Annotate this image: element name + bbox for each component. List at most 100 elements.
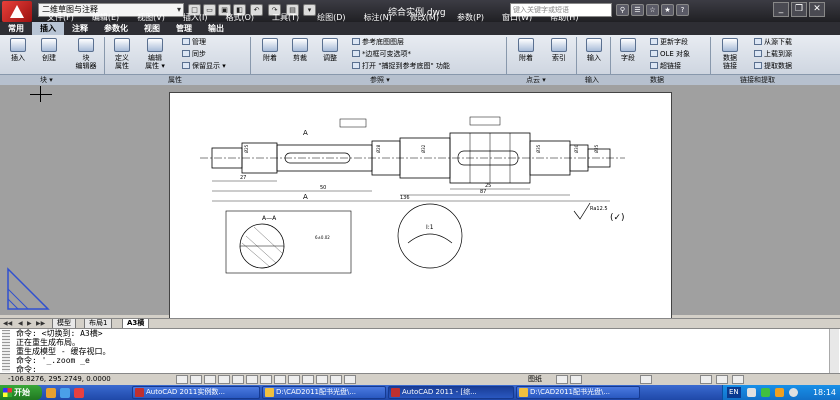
annotation-scale-icon[interactable] <box>640 375 652 384</box>
object-snap-icon[interactable] <box>232 375 244 384</box>
upload-source-button[interactable]: 上载到源 <box>754 49 792 59</box>
autocad-logo-icon[interactable] <box>2 1 32 22</box>
import-button[interactable]: 输入 <box>580 38 608 62</box>
lineweight-icon[interactable] <box>302 375 314 384</box>
block-editor-button[interactable]: 块编辑器 <box>66 38 106 70</box>
retain-icon <box>182 62 190 69</box>
import-icon <box>586 38 602 52</box>
subscription-icon[interactable]: ☰ <box>631 4 644 16</box>
quick-view-layouts-icon[interactable] <box>556 375 568 384</box>
data-link-button[interactable]: 数据 链接 <box>716 38 744 70</box>
otrack-icon[interactable] <box>260 375 272 384</box>
index-pointcloud-button[interactable]: 索引 <box>545 38 573 62</box>
quicklaunch-icon[interactable] <box>74 388 84 398</box>
paper-space-label[interactable]: 图纸 <box>528 374 542 385</box>
workspace-switch-icon[interactable] <box>700 375 712 384</box>
command-scrollbar[interactable] <box>829 329 839 373</box>
shaft-drawing: 27 50 136 25 87 A A Ø25 Ø28 Ø32 Ø35 Ø30 … <box>200 116 625 274</box>
dynamic-input-icon[interactable] <box>288 375 300 384</box>
lock-icon[interactable] <box>716 375 728 384</box>
hyperlink-icon <box>650 62 658 69</box>
taskbar-item[interactable]: AutoCAD 2011 - [综... <box>388 386 514 399</box>
taskbar-item[interactable]: D:\CAD2011配书光盘\... <box>262 386 386 399</box>
extract-data-button[interactable]: 提取数据 <box>754 61 792 71</box>
paper-sheet[interactable]: 27 50 136 25 87 A A Ø25 Ø28 Ø32 Ø35 Ø30 … <box>169 92 672 320</box>
manage-attributes-button[interactable]: 管理 <box>182 37 206 47</box>
close-button[interactable]: ✕ <box>809 2 825 17</box>
taskbar-item[interactable]: AutoCAD 2011实例数... <box>132 386 260 399</box>
tab-insert[interactable]: 插入 <box>32 22 64 35</box>
tab-manage[interactable]: 管理 <box>168 22 200 35</box>
tray-app-icon[interactable] <box>761 388 770 397</box>
selection-cycling-icon[interactable] <box>344 375 356 384</box>
ole-icon <box>650 50 658 57</box>
dim-text: Ø28 <box>376 144 381 153</box>
restore-button[interactable]: ❐ <box>791 2 807 17</box>
insert-block-button[interactable]: 插入 <box>4 38 32 62</box>
download-source-button[interactable]: 从源下载 <box>754 37 792 47</box>
define-attribute-button[interactable]: 定义 属性 <box>108 38 136 70</box>
quicklaunch-icon[interactable] <box>60 388 70 398</box>
tray-app-icon[interactable] <box>775 388 784 397</box>
next-tab-icon[interactable]: ▶ <box>27 320 32 327</box>
minimize-button[interactable]: _ <box>773 2 789 17</box>
tab-output[interactable]: 输出 <box>200 22 232 35</box>
attach-reference-button[interactable]: 附着 <box>256 38 284 62</box>
quick-view-drawings-icon[interactable] <box>570 375 582 384</box>
command-window[interactable]: 命令: <切换到: A3横> 正在重生成布局。 重生成模型 - 缓存视口。 命令… <box>0 328 840 374</box>
snap-mode-icon[interactable] <box>176 375 188 384</box>
language-indicator[interactable]: EN <box>727 387 741 398</box>
last-tab-icon[interactable]: ▶▶ <box>36 320 45 327</box>
polar-tracking-icon[interactable] <box>218 375 230 384</box>
favorites-icon[interactable]: ★ <box>661 4 674 16</box>
dim-text: Ø30 <box>574 144 579 153</box>
adjust-reference-button[interactable]: 调整 <box>316 38 344 62</box>
tab-annotate[interactable]: 注释 <box>64 22 96 35</box>
communication-icon[interactable]: ☆ <box>646 4 659 16</box>
snap-underlay-toggle[interactable]: 打开 "捕捉到参考底图" 功能 <box>352 61 450 71</box>
layout-tab-bar: ◀◀ ◀ ▶ ▶▶ 模型 布局1 A3横 <box>0 318 840 329</box>
panel-label-reference[interactable]: 参照 ▾ <box>370 75 390 85</box>
3d-osnap-icon[interactable] <box>246 375 258 384</box>
section-label: A—A <box>262 215 277 222</box>
update-fields-button[interactable]: 更新字段 <box>650 37 688 47</box>
input-method-icon[interactable] <box>747 388 756 397</box>
quicklaunch-icon[interactable] <box>46 388 56 398</box>
dim-text: Ø35 <box>536 144 541 153</box>
transparency-icon[interactable] <box>316 375 328 384</box>
field-button[interactable]: 字段 <box>614 38 642 62</box>
panel-label-pointcloud[interactable]: 点云 ▾ <box>526 75 546 85</box>
clean-screen-icon[interactable] <box>732 375 744 384</box>
hyperlink-button[interactable]: 超链接 <box>650 61 681 71</box>
download-icon <box>754 38 762 45</box>
command-input[interactable]: 命令: <box>16 365 840 374</box>
sync-attributes-button[interactable]: 同步 <box>182 49 206 59</box>
search-icon[interactable]: ⚲ <box>616 4 629 16</box>
taskbar-item[interactable]: D:\CAD2011配书光盘\... <box>516 386 640 399</box>
underlay-layers-button[interactable]: 参考底图图层 <box>352 37 404 47</box>
coordinate-readout[interactable]: -106.8276, 295.2749, 0.0000 <box>8 374 111 385</box>
prev-tab-icon[interactable]: ◀ <box>18 320 23 327</box>
frame-variable-dropdown[interactable]: *边框可变选项* <box>352 49 411 59</box>
edit-attribute-button[interactable]: 编辑 属性 ▾ <box>140 38 170 70</box>
quick-props-icon[interactable] <box>330 375 342 384</box>
attach-pointcloud-button[interactable]: 附着 <box>512 38 540 62</box>
tab-parametric[interactable]: 参数化 <box>96 22 136 35</box>
ortho-mode-icon[interactable] <box>204 375 216 384</box>
clock[interactable]: 18:14 <box>813 385 836 400</box>
tab-view[interactable]: 视图 <box>136 22 168 35</box>
clip-reference-button[interactable]: 剪裁 <box>286 38 314 62</box>
help-icon[interactable]: ? <box>676 4 689 16</box>
volume-icon[interactable] <box>789 388 798 397</box>
retain-display-button[interactable]: 保留显示 ▾ <box>182 61 226 71</box>
grid-display-icon[interactable] <box>190 375 202 384</box>
ole-object-button[interactable]: OLE 对象 <box>650 49 690 59</box>
panel-label-block[interactable]: 块 ▾ <box>40 75 53 85</box>
first-tab-icon[interactable]: ◀◀ <box>3 320 12 327</box>
ducs-icon[interactable] <box>274 375 286 384</box>
tab-home[interactable]: 常用 <box>0 22 32 35</box>
start-button[interactable]: 开始 <box>0 385 42 400</box>
create-block-button[interactable]: 创建 <box>35 38 63 62</box>
data-link-icon <box>722 38 738 52</box>
command-grip-handle[interactable] <box>2 330 10 372</box>
